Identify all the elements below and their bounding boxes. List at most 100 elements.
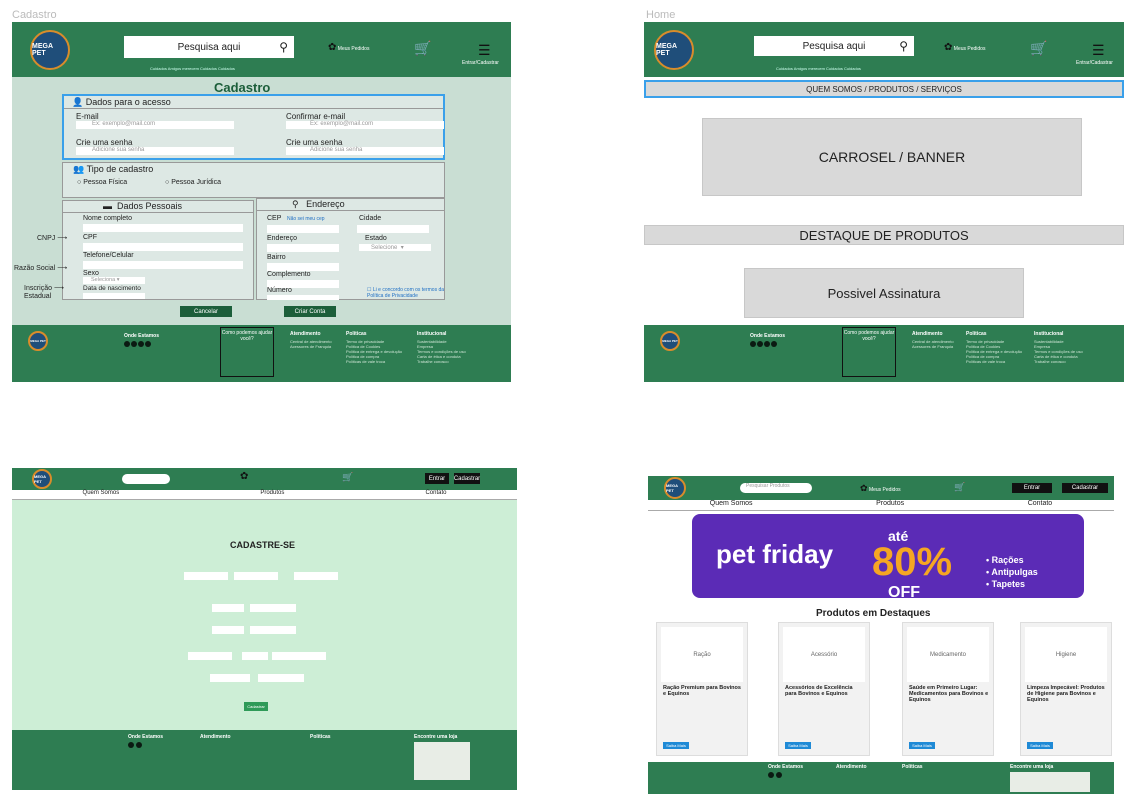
- login-button[interactable]: Entrar: [1012, 483, 1052, 493]
- logo[interactable]: MEGA PET: [30, 30, 70, 70]
- cart-icon[interactable]: 🛒: [1030, 40, 1047, 57]
- social-icon[interactable]: [128, 742, 134, 748]
- banner-carousel[interactable]: CARROSEL / BANNER: [702, 118, 1082, 196]
- social-icon[interactable]: [776, 772, 783, 778]
- street-field[interactable]: [267, 244, 339, 252]
- search-input[interactable]: Pesquisa aqui ⚲: [124, 36, 294, 58]
- nav-link[interactable]: Produtos: [260, 490, 284, 499]
- login-link[interactable]: Entrar/Cadastrar: [462, 60, 499, 66]
- submit-button[interactable]: Cadastrar: [244, 702, 268, 711]
- youtube-icon[interactable]: [145, 341, 151, 347]
- cart-icon[interactable]: 🛒: [954, 482, 965, 493]
- footer-link[interactable]: Políticas de vale troca: [346, 359, 402, 364]
- promo-banner[interactable]: pet friday até 80% OFF • Rações • Antipu…: [692, 514, 1084, 598]
- email-field[interactable]: Ex: exemplo@mail.com: [76, 121, 234, 129]
- form-field[interactable]: [258, 674, 304, 682]
- nav-bar[interactable]: QUEM SOMOS / PRODUTOS / SERVIÇOS: [644, 80, 1124, 98]
- login-link[interactable]: Entrar/Cadastrar: [1076, 60, 1113, 66]
- form-field[interactable]: [212, 626, 244, 634]
- orders-link[interactable]: ✿ Meus Pedidos: [860, 483, 901, 494]
- cep-help-link[interactable]: Não sei meu cep: [287, 216, 325, 222]
- password2-field[interactable]: Adicione sua senha: [286, 147, 444, 155]
- sex-select[interactable]: Seleciona ▾: [83, 277, 145, 284]
- search-icon[interactable]: ⚲: [899, 39, 908, 53]
- orders-link[interactable]: ✿ Meus Pedidos: [328, 42, 369, 53]
- instagram-icon[interactable]: [757, 341, 763, 347]
- footer-link[interactable]: Trabalhe conosco: [417, 359, 466, 364]
- create-account-button[interactable]: Criar Conta: [284, 306, 336, 317]
- whatsapp-icon[interactable]: [138, 341, 144, 347]
- footer-link[interactable]: Acessores de Franquia: [290, 344, 332, 349]
- form-field[interactable]: [234, 572, 278, 580]
- cancel-button[interactable]: Cancelar: [180, 306, 232, 317]
- map[interactable]: [414, 742, 470, 780]
- cep-field[interactable]: [267, 225, 339, 233]
- youtube-icon[interactable]: [771, 341, 777, 347]
- district-field[interactable]: [267, 263, 339, 271]
- product-card[interactable]: Higiene Limpeza Impecável: Produtos de Hi…: [1020, 622, 1112, 756]
- confirm-email-field[interactable]: Ex: exemplo@mail.com: [286, 121, 444, 129]
- help-box[interactable]: Como podemos ajudar você?: [220, 327, 274, 377]
- register-button[interactable]: Cadastrar: [454, 473, 480, 484]
- phone-field[interactable]: [83, 261, 243, 269]
- cart-icon[interactable]: 🛒: [414, 40, 431, 57]
- birth-field[interactable]: [83, 293, 145, 299]
- product-card[interactable]: Medicamento Saúde em Primeiro Lugar: Medi…: [902, 622, 994, 756]
- radio-pj[interactable]: ○ Pessoa Jurídica: [165, 179, 221, 186]
- search-input[interactable]: [122, 474, 170, 484]
- cpf-field[interactable]: [83, 243, 243, 251]
- name-field[interactable]: [83, 224, 243, 232]
- social-icon[interactable]: [768, 772, 774, 778]
- whatsapp-icon[interactable]: [764, 341, 770, 347]
- radio-pf[interactable]: ○ Pessoa Física: [77, 179, 127, 186]
- search-input[interactable]: Pesquisar Produtos: [740, 483, 812, 493]
- menu-icon[interactable]: ☰: [1092, 42, 1105, 59]
- terms-checkbox[interactable]: ☐ Li e concordo com os termos da Polític…: [367, 287, 445, 299]
- map[interactable]: [1010, 772, 1090, 792]
- register-button[interactable]: Cadastrar: [1062, 483, 1108, 493]
- nav-link[interactable]: Contato: [425, 490, 446, 499]
- form-field[interactable]: [250, 604, 296, 612]
- subscription-box[interactable]: Possivel Assinatura: [744, 268, 1024, 318]
- menu-icon[interactable]: ☰: [478, 42, 491, 59]
- social-icon[interactable]: [136, 742, 143, 748]
- more-button[interactable]: Saiba Mais: [909, 742, 935, 749]
- footer-link[interactable]: Políticas de vale troca: [966, 359, 1022, 364]
- form-field[interactable]: [242, 652, 268, 660]
- form-field[interactable]: [250, 626, 296, 634]
- cart-icon[interactable]: 🛒: [342, 472, 353, 483]
- search-icon[interactable]: ⚲: [279, 40, 288, 54]
- nav-link[interactable]: Contato: [1028, 500, 1053, 510]
- product-card[interactable]: Ração Ração Premium para Bovinos e Equino…: [656, 622, 748, 756]
- form-field[interactable]: [188, 652, 232, 660]
- footer-link[interactable]: Trabalhe conosco: [1034, 359, 1083, 364]
- form-field[interactable]: [212, 604, 244, 612]
- facebook-icon[interactable]: [750, 341, 756, 347]
- form-field[interactable]: [294, 572, 338, 580]
- nav-link[interactable]: Produtos: [876, 500, 904, 510]
- form-field[interactable]: [210, 674, 250, 682]
- form-field[interactable]: [272, 652, 326, 660]
- product-card[interactable]: Acessório Acessórios de Excelência para B…: [778, 622, 870, 756]
- city-field[interactable]: [357, 225, 429, 233]
- search-input[interactable]: Pesquisa aqui ⚲: [754, 36, 914, 56]
- nav-link[interactable]: Quem Somos: [83, 490, 120, 499]
- more-button[interactable]: Saiba Mais: [663, 742, 689, 749]
- number-field[interactable]: [267, 295, 339, 300]
- more-button[interactable]: Saiba Mais: [785, 742, 811, 749]
- help-box[interactable]: Como podemos ajudar você?: [842, 327, 896, 377]
- state-select[interactable]: Selecione ▾: [359, 244, 431, 251]
- instagram-icon[interactable]: [131, 341, 137, 347]
- paw-icon[interactable]: ✿: [240, 471, 248, 482]
- password-field[interactable]: Adicione sua senha: [76, 147, 234, 155]
- nav-link[interactable]: Quem Somos: [710, 500, 753, 510]
- logo[interactable]: MEGA PET: [664, 477, 686, 499]
- form-field[interactable]: [184, 572, 228, 580]
- orders-link[interactable]: ✿ Meus Pedidos: [944, 42, 985, 53]
- logo[interactable]: MEGA PET: [654, 30, 694, 70]
- more-button[interactable]: Saiba Mais: [1027, 742, 1053, 749]
- logo[interactable]: MEGA PET: [32, 469, 52, 489]
- facebook-icon[interactable]: [124, 341, 130, 347]
- footer-link[interactable]: Acessores de Franquia: [912, 344, 954, 349]
- login-button[interactable]: Entrar: [425, 473, 449, 484]
